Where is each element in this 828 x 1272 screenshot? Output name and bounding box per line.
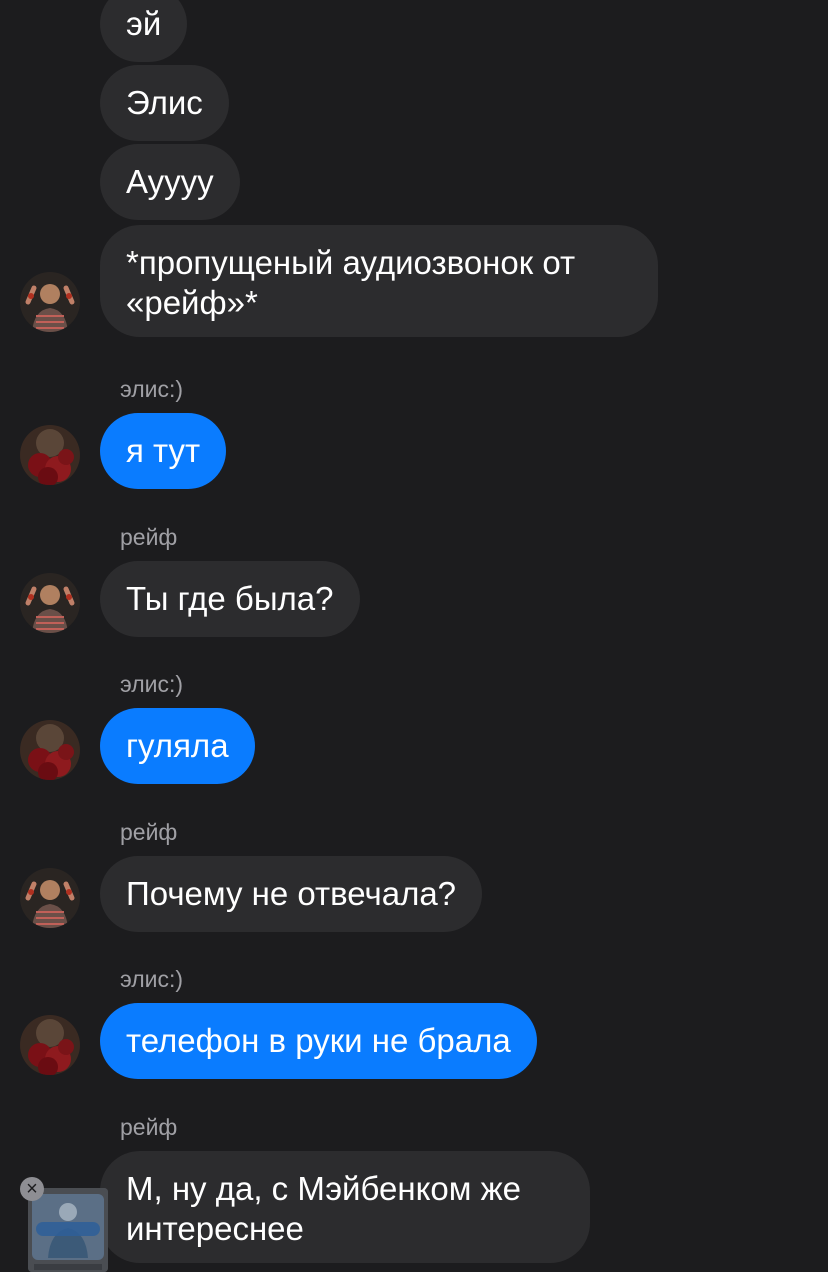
message-text: Почему не отвечала?	[126, 875, 457, 912]
message-bubble[interactable]: Ты где была?	[100, 561, 360, 637]
avatar-alice[interactable]	[20, 425, 80, 485]
message-bubble[interactable]: эй	[100, 0, 188, 62]
message-text: гуляла	[126, 727, 229, 764]
message-text: Элис	[126, 84, 203, 121]
avatar-reif[interactable]	[20, 868, 80, 928]
pip-preview-image	[28, 1188, 108, 1272]
message-text: эй	[126, 5, 162, 42]
message-text: я тут	[126, 432, 201, 469]
avatar-reif[interactable]	[20, 272, 80, 332]
message-bubble[interactable]: М, ну да, с Мэйбенком же интереснее	[100, 1151, 590, 1263]
sender-name: элис:)	[120, 376, 184, 402]
message-bubble[interactable]: *пропущеный аудиозвонок от «рейф»*	[100, 225, 658, 337]
message-bubble[interactable]: Элис	[100, 65, 229, 141]
close-icon[interactable]: ×	[20, 1177, 44, 1201]
message-bubble[interactable]: я тут	[100, 413, 227, 489]
pip-video-thumbnail[interactable]	[28, 1188, 108, 1272]
avatar-alice[interactable]	[20, 720, 80, 780]
message-text: М, ну да, с Мэйбенком же интереснее	[126, 1170, 522, 1247]
sender-name: элис:)	[120, 671, 184, 697]
message-text: телефон в руки не брала	[126, 1022, 511, 1059]
message-bubble[interactable]: Почему не отвечала?	[100, 856, 483, 932]
message-bubble[interactable]: Ауууу	[100, 144, 240, 220]
message-text: *пропущеный аудиозвонок от «рейф»*	[126, 244, 576, 321]
message-bubble[interactable]: телефон в руки не брала	[100, 1003, 537, 1079]
avatar-alice[interactable]	[20, 1015, 80, 1075]
message-text: Ауууу	[126, 163, 214, 200]
sender-name: рейф	[120, 819, 178, 845]
sender-name: рейф	[120, 524, 178, 550]
sender-name: рейф	[120, 1114, 178, 1140]
sender-name: элис:)	[120, 966, 184, 992]
avatar-reif[interactable]	[20, 573, 80, 633]
message-bubble[interactable]: гуляла	[100, 708, 255, 784]
message-text: Ты где была?	[126, 580, 334, 617]
